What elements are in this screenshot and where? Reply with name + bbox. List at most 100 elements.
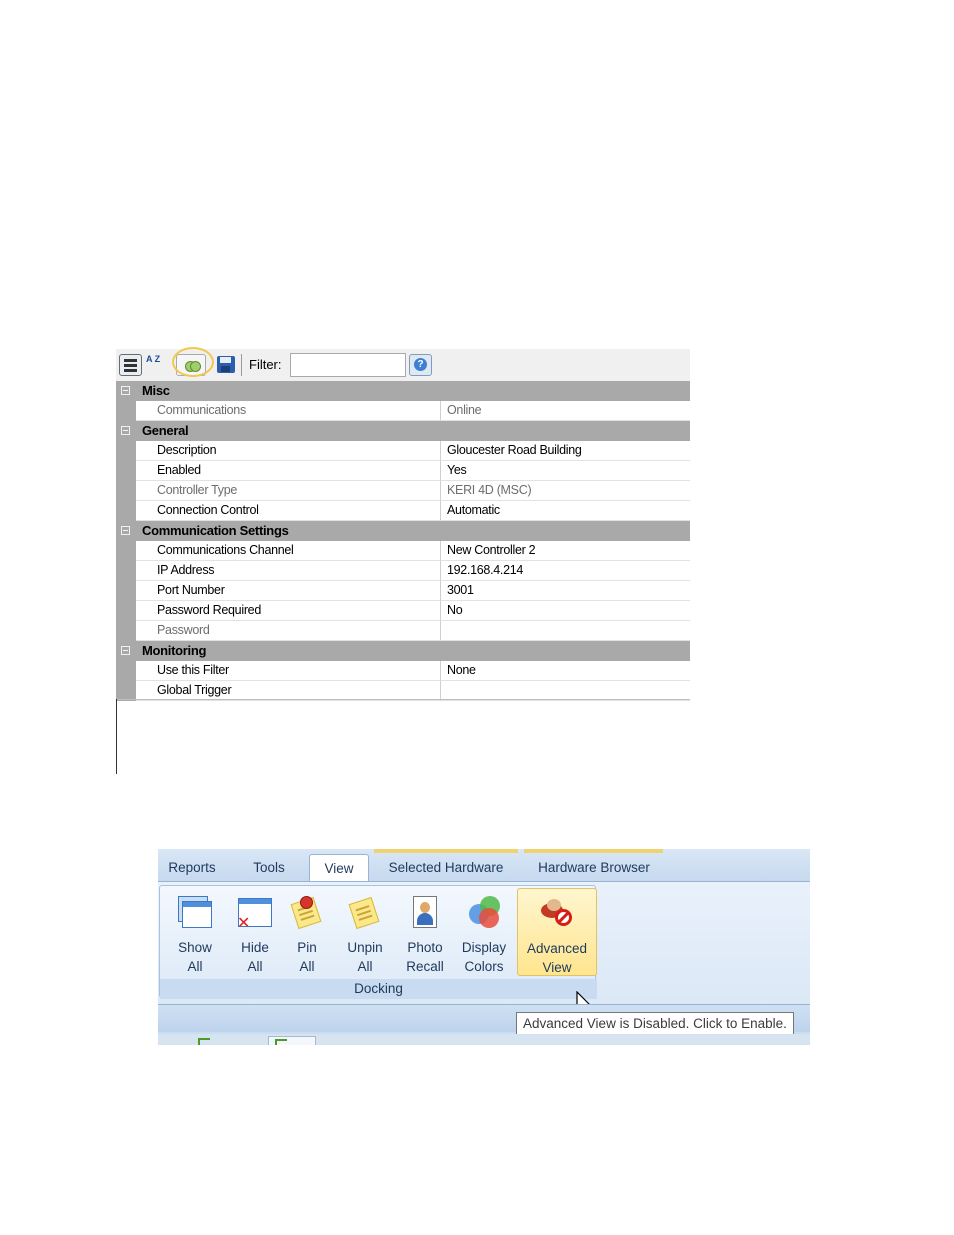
photo-recall-button[interactable]: Photo Recall — [398, 888, 452, 976]
categorized-icon[interactable] — [119, 354, 142, 376]
show-all-button[interactable]: Show All — [168, 888, 222, 976]
filter-label: Filter: — [249, 357, 282, 372]
contextual-tab-strip — [374, 849, 518, 853]
collapse-icon[interactable] — [121, 426, 130, 435]
property-row[interactable]: Connection Control Automatic — [116, 501, 690, 521]
property-value-cell[interactable]: 192.168.4.214 — [441, 561, 690, 581]
sort-az-icon[interactable]: A Z — [146, 354, 166, 376]
property-row[interactable]: Use this Filter None — [116, 661, 690, 681]
property-row[interactable]: Global Trigger — [116, 681, 690, 701]
advanced-view-button[interactable]: Advanced View — [517, 888, 597, 976]
property-value-cell[interactable] — [441, 681, 690, 701]
display-colors-button[interactable]: Display Colors — [456, 888, 512, 976]
property-name-cell[interactable]: Password — [136, 621, 441, 641]
property-name-cell[interactable]: Controller Type — [136, 481, 441, 501]
property-name-cell[interactable]: Password Required — [136, 601, 441, 621]
property-name-cell[interactable]: Description — [136, 441, 441, 461]
property-row[interactable]: Communications Channel New Controller 2 — [116, 541, 690, 561]
row-gutter — [116, 661, 136, 681]
property-value-cell[interactable]: None — [441, 661, 690, 681]
save-icon[interactable] — [217, 356, 235, 373]
category-row[interactable]: Communication Settings — [116, 521, 690, 541]
category-label: General — [142, 423, 189, 438]
property-value: 192.168.4.214 — [447, 563, 524, 577]
property-value: New Controller 2 — [447, 543, 536, 557]
property-name-cell[interactable]: Communications Channel — [136, 541, 441, 561]
document-tab-strip — [158, 1034, 810, 1045]
contextual-tab-strip — [524, 849, 663, 853]
tab-view[interactable]: View — [309, 854, 369, 882]
ribbon-panel: Show All ✕ Hide All Pin All Unpin All Ph… — [158, 881, 810, 1015]
collapse-icon[interactable] — [121, 526, 130, 535]
property-value-cell[interactable]: New Controller 2 — [441, 541, 690, 561]
tab-hardware-browser[interactable]: Hardware Browser — [526, 854, 662, 881]
property-name: Enabled — [157, 463, 201, 477]
tab-selected-hardware[interactable]: Selected Hardware — [378, 854, 514, 881]
property-name: Connection Control — [157, 503, 259, 517]
property-value: 3001 — [447, 583, 474, 597]
property-name-cell[interactable]: Global Trigger — [136, 681, 441, 701]
unpin-all-icon — [348, 896, 380, 930]
property-value-cell[interactable]: KERI 4D (MSC) — [441, 481, 690, 501]
property-value-cell[interactable]: Yes — [441, 461, 690, 481]
property-row[interactable]: Description Gloucester Road Building — [116, 441, 690, 461]
toolbar-separator — [241, 354, 242, 376]
property-value-cell[interactable]: 3001 — [441, 581, 690, 601]
property-name: Controller Type — [157, 483, 238, 497]
property-value: KERI 4D (MSC) — [447, 483, 532, 497]
property-value-cell[interactable]: Automatic — [441, 501, 690, 521]
hide-all-button[interactable]: ✕ Hide All — [228, 888, 282, 976]
collapse-icon[interactable] — [121, 386, 130, 395]
tab-reports[interactable]: Reports — [162, 854, 222, 881]
property-name-cell[interactable]: Use this Filter — [136, 661, 441, 681]
collapse-icon[interactable] — [121, 646, 130, 655]
category-label: Misc — [142, 383, 170, 398]
row-gutter — [116, 601, 136, 621]
hide-all-icon: ✕ — [237, 896, 272, 932]
unpin-all-button[interactable]: Unpin All — [338, 888, 392, 976]
property-value-cell[interactable]: Online — [441, 401, 690, 421]
property-row[interactable]: IP Address 192.168.4.214 — [116, 561, 690, 581]
property-name: Password — [157, 623, 210, 637]
help-button[interactable]: ? — [409, 354, 432, 376]
ribbon: Reports Tools View Selected Hardware Har… — [158, 849, 810, 1045]
property-table: Misc Communications Online General Descripti… — [116, 381, 690, 701]
highlight-circle — [172, 347, 214, 377]
property-row[interactable]: Password Required No — [116, 601, 690, 621]
property-name: Password Required — [157, 603, 261, 617]
filter-input[interactable] — [290, 353, 406, 377]
property-name-cell[interactable]: IP Address — [136, 561, 441, 581]
grid-bottom-divider — [116, 699, 690, 700]
property-name: Communications Channel — [157, 543, 294, 557]
row-gutter — [116, 581, 136, 601]
row-gutter — [116, 441, 136, 461]
document-tab[interactable] — [268, 1036, 316, 1045]
advanced-view-tooltip: Advanced View is Disabled. Click to Enab… — [516, 1012, 794, 1035]
property-name-cell[interactable]: Communications — [136, 401, 441, 421]
property-grid-toolbar: A Z Filter: ? — [116, 347, 690, 381]
property-name-cell[interactable]: Port Number — [136, 581, 441, 601]
property-row[interactable]: Password — [116, 621, 690, 641]
property-value-cell[interactable]: Gloucester Road Building — [441, 441, 690, 461]
tab-tools[interactable]: Tools — [238, 854, 300, 881]
docking-group: Show All ✕ Hide All Pin All Unpin All Ph… — [159, 885, 597, 999]
category-row[interactable]: Monitoring — [116, 641, 690, 661]
property-row[interactable]: Enabled Yes — [116, 461, 690, 481]
category-row[interactable]: General — [116, 421, 690, 441]
category-label: Communication Settings — [142, 523, 289, 538]
property-row[interactable]: Controller Type KERI 4D (MSC) — [116, 481, 690, 501]
property-row[interactable]: Port Number 3001 — [116, 581, 690, 601]
property-value-cell[interactable] — [441, 621, 690, 641]
property-row[interactable]: Communications Online — [116, 401, 690, 421]
category-row[interactable]: Misc — [116, 381, 690, 401]
property-name-cell[interactable]: Enabled — [136, 461, 441, 481]
row-gutter — [116, 461, 136, 481]
property-name: Description — [157, 443, 217, 457]
row-gutter — [116, 401, 136, 421]
row-gutter — [116, 621, 136, 641]
property-name-cell[interactable]: Connection Control — [136, 501, 441, 521]
property-value-cell[interactable]: No — [441, 601, 690, 621]
help-icon: ? — [414, 358, 427, 371]
pin-all-button[interactable]: Pin All — [284, 888, 330, 976]
document-icon — [198, 1038, 210, 1045]
